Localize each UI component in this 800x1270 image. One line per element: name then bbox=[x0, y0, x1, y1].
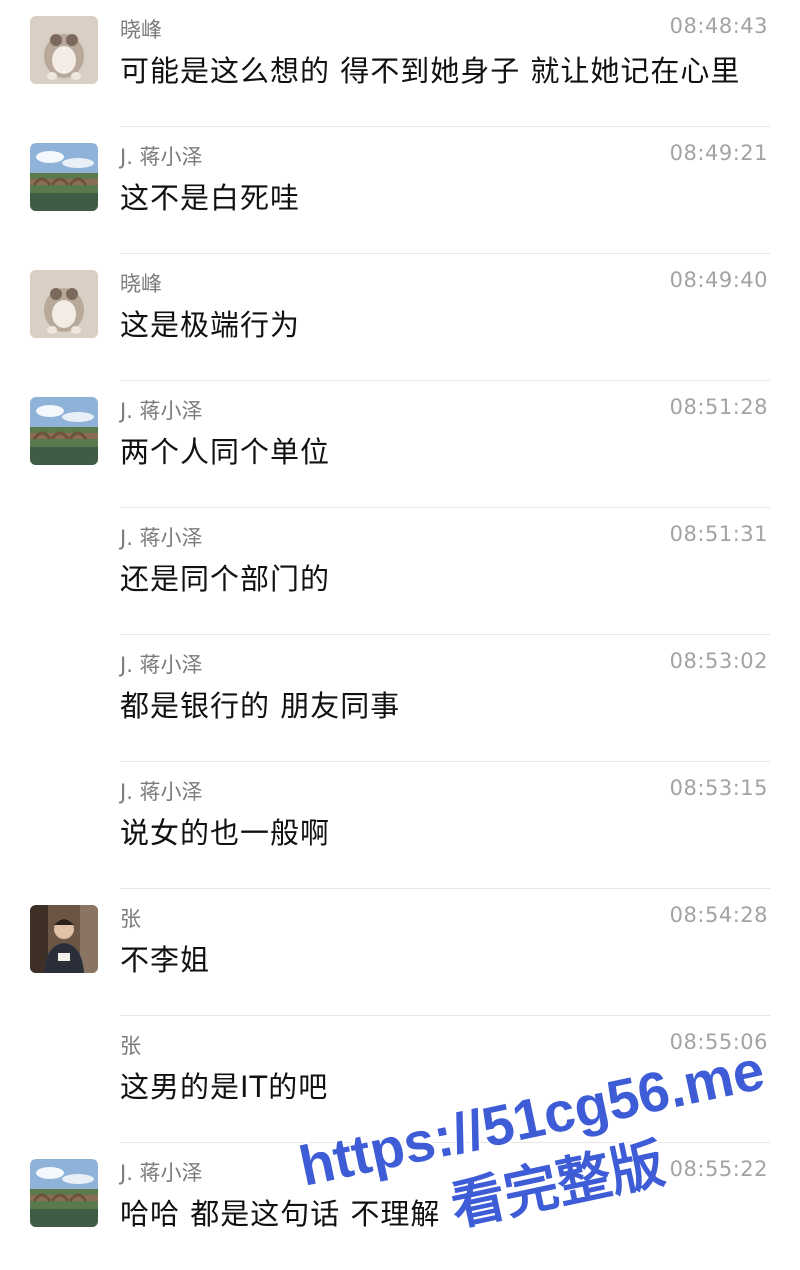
message-text[interactable]: 这是极端行为 bbox=[120, 302, 300, 344]
message-text[interactable]: 都是银行的 朋友同事 bbox=[120, 683, 400, 725]
avatar-bridge[interactable] bbox=[30, 397, 98, 465]
message-text[interactable]: 还是同个部门的 bbox=[120, 556, 330, 598]
sender-name: J. 蒋小泽 bbox=[120, 145, 203, 169]
message-text[interactable]: 这不是白死哇 bbox=[120, 175, 300, 217]
avatar-bridge[interactable] bbox=[30, 143, 98, 211]
message-row[interactable]: J. 蒋小泽 08:53:02 都是银行的 朋友同事 bbox=[0, 635, 800, 762]
message-row[interactable]: J. 蒋小泽 08:53:15 说女的也一般啊 bbox=[0, 762, 800, 889]
avatar-person[interactable] bbox=[30, 905, 98, 973]
sender-name: 张 bbox=[120, 1034, 141, 1058]
message-time: 08:49:21 bbox=[669, 141, 768, 165]
message-row[interactable]: 张 08:54:28 不李姐 bbox=[0, 889, 800, 1016]
message-time: 08:55:06 bbox=[669, 1030, 768, 1054]
message-row[interactable]: J. 蒋小泽 08:51:28 两个人同个单位 bbox=[0, 381, 800, 508]
sender-name: 张 bbox=[120, 907, 141, 931]
avatar-cat[interactable] bbox=[30, 16, 98, 84]
message-time: 08:49:40 bbox=[669, 268, 768, 292]
sender-name: 晓峰 bbox=[120, 18, 162, 42]
avatar-bridge[interactable] bbox=[30, 1159, 98, 1227]
message-time: 08:55:22 bbox=[669, 1157, 768, 1181]
message-time: 08:53:15 bbox=[669, 776, 768, 800]
message-row[interactable]: 晓峰 08:48:43 可能是这么想的 得不到她身子 就让她记在心里 bbox=[0, 0, 800, 127]
sender-name: J. 蒋小泽 bbox=[120, 399, 203, 423]
sender-name: 晓峰 bbox=[120, 272, 162, 296]
avatar-cat[interactable] bbox=[30, 270, 98, 338]
sender-name: J. 蒋小泽 bbox=[120, 1161, 203, 1185]
message-text[interactable]: 这男的是IT的吧 bbox=[120, 1064, 328, 1106]
message-time: 08:51:31 bbox=[669, 522, 768, 546]
message-row[interactable]: 张 08:55:06 这男的是IT的吧 bbox=[0, 1016, 800, 1143]
message-text[interactable]: 不李姐 bbox=[120, 937, 210, 979]
message-row[interactable]: 晓峰 08:49:40 这是极端行为 bbox=[0, 254, 800, 381]
sender-name: J. 蒋小泽 bbox=[120, 526, 203, 550]
sender-name: J. 蒋小泽 bbox=[120, 653, 203, 677]
message-row[interactable]: J. 蒋小泽 08:49:21 这不是白死哇 bbox=[0, 127, 800, 254]
message-time: 08:54:28 bbox=[669, 903, 768, 927]
message-row[interactable]: J. 蒋小泽 08:51:31 还是同个部门的 bbox=[0, 508, 800, 635]
message-time: 08:51:28 bbox=[669, 395, 768, 419]
message-text[interactable]: 说女的也一般啊 bbox=[120, 810, 330, 852]
sender-name: J. 蒋小泽 bbox=[120, 780, 203, 804]
message-text[interactable]: 两个人同个单位 bbox=[120, 429, 330, 471]
message-text[interactable]: 哈哈 都是这句话 不理解 bbox=[120, 1191, 440, 1233]
message-row[interactable]: J. 蒋小泽 08:55:22 哈哈 都是这句话 不理解 bbox=[0, 1143, 800, 1270]
message-text[interactable]: 可能是这么想的 得不到她身子 就让她记在心里 bbox=[120, 48, 740, 90]
message-time: 08:48:43 bbox=[669, 14, 768, 38]
message-time: 08:53:02 bbox=[669, 649, 768, 673]
